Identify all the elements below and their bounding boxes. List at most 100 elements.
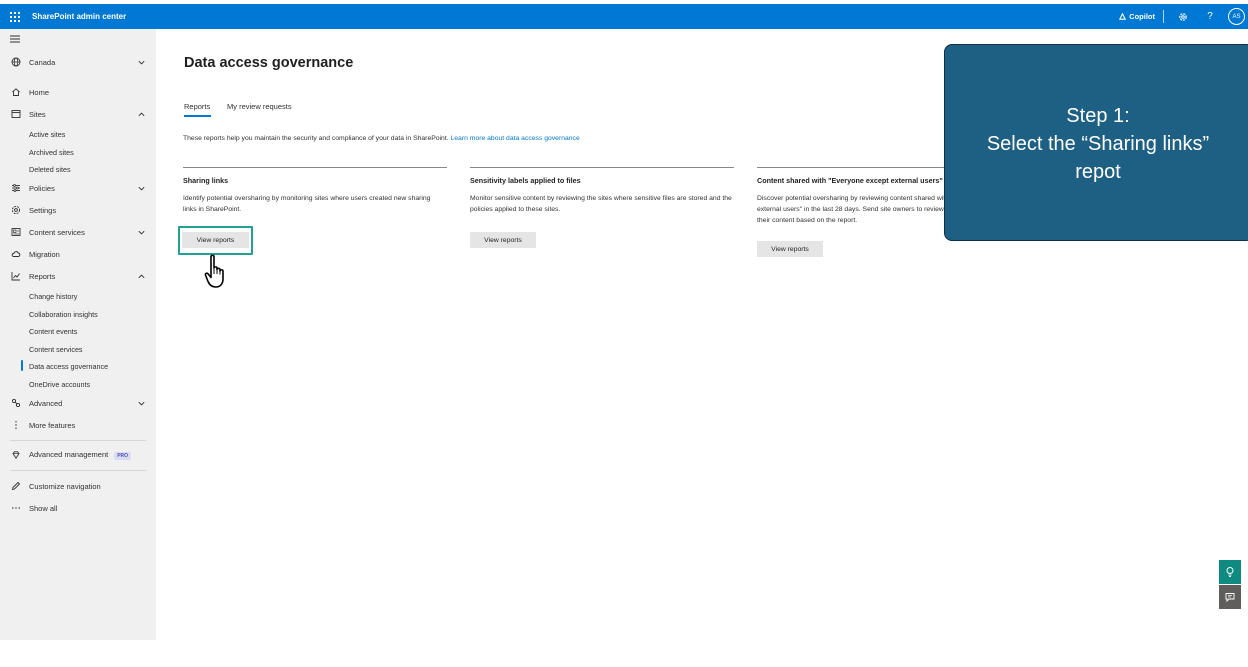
chevron-down-icon: [138, 230, 145, 234]
page-title: Data access governance: [184, 55, 354, 71]
sidebar-item-reports[interactable]: Reports: [0, 267, 156, 285]
view-reports-button-sensitivity-labels[interactable]: View reports: [470, 232, 536, 248]
callout-instruction-cont: repot: [1075, 161, 1121, 183]
tab-reports[interactable]: Reports: [184, 102, 210, 111]
sidebar-item-label: More features: [29, 420, 76, 430]
copilot-button[interactable]: Copilot: [1118, 12, 1155, 21]
content-services-icon: [10, 227, 21, 238]
policies-icon: [10, 183, 21, 194]
sidebar-item-label: Settings: [29, 205, 57, 215]
hand-pointer-icon: [204, 254, 230, 295]
card-desc-sharing-links: Identify potential oversharing by monito…: [183, 195, 431, 213]
app-launcher-icon[interactable]: [0, 4, 30, 29]
chevron-up-icon: [138, 274, 145, 278]
top-bar-actions: Copilot ? AS: [1118, 4, 1248, 29]
tab-active-underline: [184, 115, 211, 117]
sidebar-item-label: Content services: [29, 227, 85, 237]
card-divider: [757, 167, 947, 168]
cloud-icon: [10, 249, 21, 260]
left-navigation: Canada Home Sites Active sites Archived …: [0, 29, 156, 640]
card-desc-sensitivity-labels: Monitor sensitive content by reviewing t…: [470, 195, 732, 213]
learn-more-link[interactable]: Learn more about data access governance: [451, 135, 580, 142]
home-icon: [10, 87, 21, 98]
sidebar-item-label: Show all: [29, 503, 58, 513]
sidebar-item-onedrive-accounts[interactable]: OneDrive accounts: [29, 377, 90, 391]
copilot-icon: [1119, 12, 1127, 20]
lightbulb-icon: [1226, 567, 1234, 577]
help-icon[interactable]: ?: [1201, 8, 1219, 26]
sidebar-divider: [10, 470, 146, 471]
app-window: SharePoint admin center Copilot ? AS Can…: [0, 0, 1248, 667]
view-reports-button-sharing-links[interactable]: View reports: [182, 232, 249, 248]
chart-icon: [10, 271, 21, 282]
sites-icon: [10, 109, 21, 120]
sidebar-item-show-all[interactable]: Show all: [0, 499, 156, 517]
sidebar-item-advanced[interactable]: Advanced: [0, 394, 156, 412]
sidebar-item-active-sites[interactable]: Active sites: [29, 127, 65, 141]
advanced-management-label: Advanced management: [29, 450, 109, 460]
sidebar-item-label: Advanced management PRO: [29, 450, 132, 460]
sidebar-item-deleted-sites[interactable]: Deleted sites: [29, 162, 71, 176]
sidebar-item-home[interactable]: Home: [0, 83, 156, 101]
card-title-sensitivity-labels: Sensitivity labels applied to files: [470, 176, 581, 185]
avatar[interactable]: AS: [1228, 8, 1245, 25]
sidebar-item-change-history[interactable]: Change history: [29, 289, 77, 303]
app-title[interactable]: SharePoint admin center: [32, 12, 126, 21]
chevron-down-icon: [138, 186, 145, 190]
active-indicator: [21, 360, 23, 371]
callout-step-number: Step 1:: [1066, 105, 1130, 127]
intro-sentence: These reports help you maintain the secu…: [183, 135, 451, 142]
card-divider: [183, 167, 447, 168]
pencil-icon: [10, 481, 21, 492]
sidebar-divider: [10, 440, 146, 441]
chevron-down-icon: [138, 401, 145, 405]
sidebar-item-content-services-report[interactable]: Content services: [29, 342, 83, 356]
advanced-icon: [10, 398, 21, 409]
diamond-icon: [10, 450, 21, 461]
sidebar-item-content-events[interactable]: Content events: [29, 324, 77, 338]
feedback-icon: [1225, 593, 1235, 602]
step-callout: Step 1: Select the “Sharing links” repot: [944, 44, 1248, 241]
chevron-down-icon: [138, 60, 145, 64]
chevron-up-icon: [138, 112, 145, 116]
region-selector[interactable]: Canada: [0, 53, 156, 71]
sidebar-item-label: Migration: [29, 249, 60, 259]
intro-text: These reports help you maintain the secu…: [183, 135, 580, 142]
top-bar: SharePoint admin center Copilot ? AS: [0, 4, 1248, 29]
menu-icon[interactable]: [10, 35, 20, 45]
tab-my-review-requests[interactable]: My review requests: [227, 102, 292, 111]
globe-icon: [10, 57, 21, 68]
card-divider: [470, 167, 734, 168]
sidebar-item-content-services[interactable]: Content services: [0, 223, 156, 241]
gear-icon[interactable]: [1174, 8, 1192, 26]
sidebar-item-migration[interactable]: Migration: [0, 245, 156, 263]
sidebar-item-label: Policies: [29, 183, 55, 193]
card-title-everyone-except-external: Content shared with "Everyone except ext…: [757, 176, 943, 185]
sidebar-item-more-features[interactable]: More features: [0, 416, 156, 434]
sidebar-item-archived-sites[interactable]: Archived sites: [29, 145, 74, 159]
sidebar-item-label: Advanced: [29, 398, 63, 408]
more-vertical-icon: [10, 420, 21, 431]
view-reports-button-everyone-except-external[interactable]: View reports: [757, 241, 823, 257]
help-assistant-button[interactable]: [1219, 560, 1241, 584]
sidebar-item-collaboration-insights[interactable]: Collaboration insights: [29, 307, 98, 321]
sidebar-item-advanced-management[interactable]: Advanced management PRO: [0, 446, 156, 464]
ellipsis-icon: [10, 503, 21, 514]
callout-instruction: Select the “Sharing links”: [986, 133, 1210, 155]
sidebar-item-label: Home: [29, 87, 50, 97]
sidebar-item-label: Customize navigation: [29, 481, 101, 491]
sidebar-item-customize-navigation[interactable]: Customize navigation: [0, 477, 156, 495]
gear-icon: [10, 205, 21, 216]
card-title-sharing-links: Sharing links: [183, 176, 229, 185]
sidebar-item-sites[interactable]: Sites: [0, 105, 156, 123]
feedback-button[interactable]: [1219, 585, 1241, 609]
sidebar-item-settings[interactable]: Settings: [0, 201, 156, 219]
sidebar-item-policies[interactable]: Policies: [0, 179, 156, 197]
topbar-divider: [1163, 10, 1164, 23]
sidebar-item-data-access-governance[interactable]: Data access governance: [29, 359, 108, 373]
region-label: Canada: [29, 57, 56, 67]
sidebar-item-label: Reports: [29, 271, 56, 281]
pro-badge: PRO: [114, 451, 132, 460]
sidebar-item-label: Sites: [29, 109, 46, 119]
copilot-label: Copilot: [1129, 12, 1155, 21]
